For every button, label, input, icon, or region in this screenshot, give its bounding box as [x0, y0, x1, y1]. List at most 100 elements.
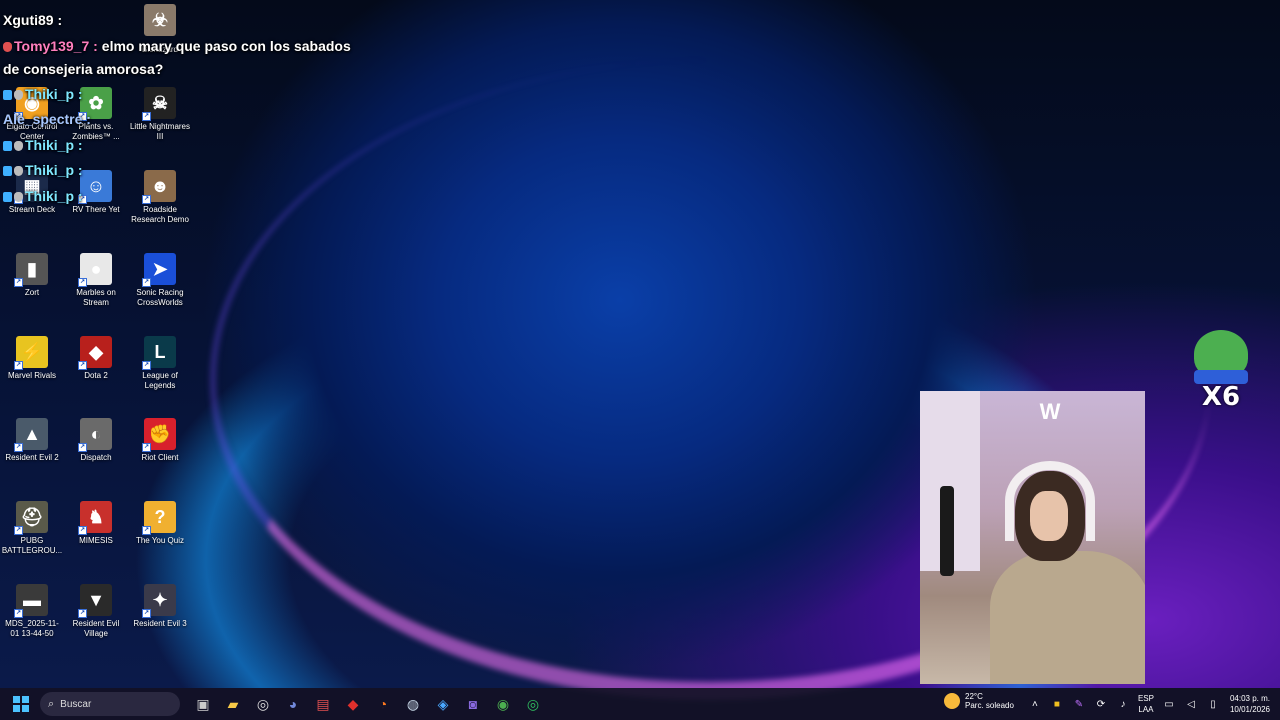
shortcut-arrow-icon: ↗	[142, 443, 151, 452]
emote-combo: X6	[1192, 330, 1250, 414]
desktop-icon[interactable]: ▮ ↗ Zort	[1, 253, 63, 298]
app-icon: ☣	[144, 4, 176, 36]
app-icon: L ↗	[142, 336, 176, 370]
desktop-icon-label: Roadside Research Demo	[131, 205, 189, 224]
taskbar-app-green-button[interactable]: ◎	[520, 691, 546, 717]
start-button[interactable]	[8, 691, 34, 717]
desktop-icon-label: Marvel Rivals	[7, 371, 56, 380]
weather-desc: Parc. soleado	[965, 701, 1014, 710]
shortcut-arrow-icon: ↗	[14, 526, 23, 535]
desktop-icon[interactable]: ● ↗ Marbles on Stream	[65, 253, 127, 308]
taskbar-obs-button[interactable]: ◎	[250, 691, 276, 717]
desktop-icon[interactable]: ▲ ↗ Resident Evil 2	[1, 418, 63, 463]
search-icon: ⌕	[48, 697, 55, 710]
chat-message: Tomy139_7 : elmo mary que paso con los sa…	[3, 38, 351, 54]
shortcut-arrow-icon: ↗	[78, 526, 87, 535]
battery-icon[interactable]: ▯	[1206, 699, 1220, 710]
keyboard-layout: LAA	[1138, 705, 1154, 714]
pen-icon[interactable]: ✎	[1072, 699, 1086, 710]
desktop-icon-label: PUBG BATTLEGROU...	[1, 536, 63, 555]
app-icon: ☠ ↗	[142, 87, 176, 121]
shield-badge-icon	[14, 192, 23, 202]
app-icon: ▬ ↗	[14, 584, 48, 618]
weather-temp: 22°C	[965, 692, 983, 701]
shield-badge-icon	[14, 166, 23, 176]
shield-badge-icon	[14, 90, 23, 100]
taskbar-chrome-button[interactable]: ◉	[490, 691, 516, 717]
chat-text: de consejeria amorosa?	[3, 61, 164, 77]
taskbar-task-view-button[interactable]: ▣	[190, 691, 216, 717]
language-code: ESP	[1137, 694, 1154, 703]
network-icon[interactable]: ▭	[1162, 699, 1176, 710]
desktop-icon-label: Resident Evil Village	[72, 619, 120, 638]
steam-icon: ◍	[406, 695, 420, 712]
app-icon: ♞ ↗	[78, 501, 112, 535]
taskbar-file-explorer-button[interactable]: ▰	[220, 691, 246, 717]
chat-username: Thiki_p :	[25, 86, 83, 102]
shortcut-arrow-icon: ↗	[142, 361, 151, 370]
chat-message: de consejeria amorosa?	[3, 61, 163, 77]
taskbar-voicemeeter-button[interactable]: ▤	[310, 691, 336, 717]
subscriber-badge-icon	[3, 166, 12, 176]
taskbar-app-red-button[interactable]: ◆	[340, 691, 366, 717]
volume-icon[interactable]: ◁	[1184, 699, 1198, 710]
shortcut-arrow-icon: ↗	[78, 278, 87, 287]
chevron-up-icon[interactable]: ˄	[1028, 699, 1042, 710]
desktop-icon[interactable]: ⚡ ↗ Marvel Rivals	[1, 336, 63, 381]
desktop-icon[interactable]: ☻ ↗ Roadside Research Demo	[129, 170, 191, 225]
desktop-icon-label: Resident Evil 3	[133, 619, 187, 628]
app-icon: ☻ ↗	[142, 170, 176, 204]
obs-icon: ◎	[256, 695, 270, 712]
chat-username: Thiki_p :	[25, 162, 83, 178]
chrome-icon: ◉	[496, 695, 510, 712]
windows-logo-icon	[13, 696, 29, 712]
app-icon: ✊ ↗	[142, 418, 176, 452]
app-icon: ◐ ↗	[78, 418, 112, 452]
shortcut-arrow-icon: ↗	[14, 278, 23, 287]
subscriber-badge-icon	[3, 141, 12, 151]
desktop-icon[interactable]: ◆ ↗ Dota 2	[65, 336, 127, 381]
weather-sun-icon	[944, 693, 960, 709]
taskbar-firefox-button[interactable]: ◔	[370, 691, 396, 717]
desktop-icon[interactable]: ☠ ↗ Little Nightmares III	[129, 87, 191, 142]
subscriber-badge-icon	[3, 192, 12, 202]
app-purple-icon: ◙	[468, 696, 478, 712]
taskbar-app-blue-button[interactable]: ◈	[430, 691, 456, 717]
desktop-icon-label: Resident Evil 2	[5, 453, 59, 462]
shortcut-arrow-icon: ↗	[14, 361, 23, 370]
desktop-icon[interactable]: ➤ ↗ Sonic Racing CrossWorlds	[129, 253, 191, 308]
chat-message: Thiki_p :	[3, 188, 83, 204]
desktop-icon[interactable]: ◐ ↗ Dispatch	[65, 418, 127, 463]
moderator-badge-icon	[3, 42, 12, 52]
clock[interactable]: 04:03 p. m. 10/01/2026	[1230, 693, 1270, 715]
desktop-icon-label: Dota 2	[84, 371, 108, 380]
desktop-icon-label: Sonic Racing CrossWorlds	[136, 288, 184, 307]
taskbar-apps: ▣ ▰ ◎ ◕ ▤ ◆ ◔ ◍ ◈ ◙ ◉ ◎	[188, 691, 548, 717]
desktop-icon[interactable]: ✊ ↗ Riot Client	[129, 418, 191, 463]
language-indicator[interactable]: ESP LAA	[1138, 693, 1154, 715]
taskbar-steam-button[interactable]: ◍	[400, 691, 426, 717]
chat-username: Xguti89 :	[3, 12, 63, 28]
desktop-icon[interactable]: ? ↗ The You Quiz	[129, 501, 191, 546]
headphones	[1005, 461, 1095, 541]
chat-text: elmo mary que paso con los sabados	[101, 38, 351, 54]
tray-app-icon[interactable]: ■	[1050, 699, 1064, 710]
weather-widget[interactable]: 22°C Parc. soleado	[944, 692, 1014, 710]
desktop-icon[interactable]: ⛑ ↗ PUBG BATTLEGROU...	[1, 501, 63, 556]
desktop-icon[interactable]: ▬ ↗ MDS_2025-11-01 13-44-50	[1, 584, 63, 639]
taskbar-discord-button[interactable]: ◕	[280, 691, 306, 717]
subscriber-badge-icon	[3, 90, 12, 100]
taskbar-app-purple-button[interactable]: ◙	[460, 691, 486, 717]
sync-icon[interactable]: ⟳	[1094, 699, 1108, 710]
chat-username: Tomy139_7 :	[14, 38, 98, 54]
desktop-icon[interactable]: ✦ ↗ Resident Evil 3	[129, 584, 191, 629]
desktop-icon-label: Marbles on Stream	[76, 288, 116, 307]
taskbar-search[interactable]: ⌕ Buscar	[40, 692, 180, 716]
desktop-icon[interactable]: ▼ ↗ Resident Evil Village	[65, 584, 127, 639]
desktop-icon[interactable]: ♞ ↗ MIMESIS	[65, 501, 127, 546]
app-red-icon: ◆	[347, 695, 359, 712]
streamer-body	[990, 551, 1145, 684]
desktop-icon[interactable]: L ↗ League of Legends	[129, 336, 191, 391]
chat-message: Thiki_p :	[3, 162, 83, 178]
microphone-icon[interactable]: ♪	[1116, 699, 1130, 710]
